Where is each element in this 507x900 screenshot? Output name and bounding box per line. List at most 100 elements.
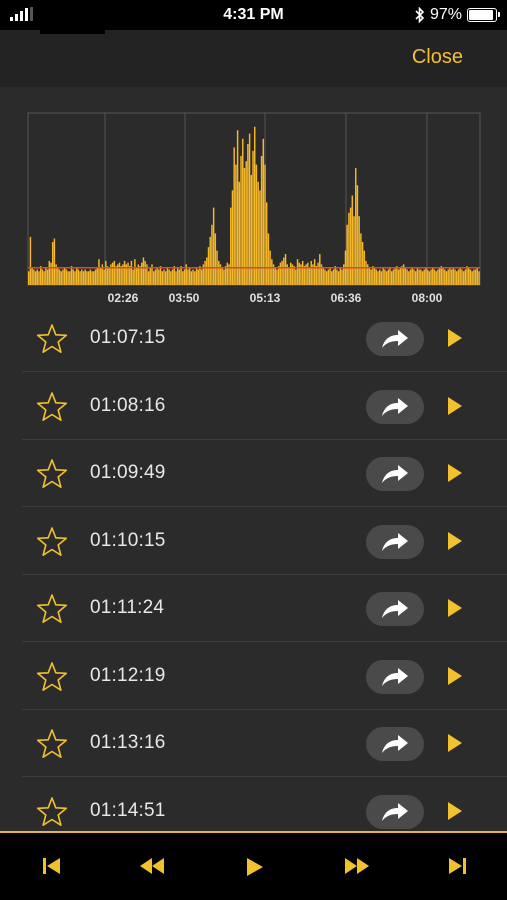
chart-bar	[91, 271, 93, 285]
list-item[interactable]: 01:12:19	[22, 643, 507, 710]
chart-bar	[39, 266, 42, 285]
chart-bar	[447, 269, 449, 285]
chart-bar	[420, 269, 422, 285]
chart-bar	[255, 164, 258, 285]
chart-bar	[41, 269, 44, 285]
chart-bar	[214, 233, 217, 285]
play-icon[interactable]	[447, 463, 463, 483]
chart-bar	[468, 267, 470, 285]
chart-bar	[428, 271, 431, 285]
waveform-chart[interactable]: 02:26 03:50 05:13 06:36 08:00	[0, 87, 507, 315]
play-icon[interactable]	[447, 801, 463, 821]
chart-bar	[233, 147, 235, 285]
star-icon[interactable]	[36, 661, 68, 693]
chart-bar	[99, 267, 102, 285]
share-button[interactable]	[366, 457, 424, 491]
chart-bar	[454, 269, 456, 285]
waveform-chart-svg[interactable]: 02:26 03:50 05:13 06:36 08:00	[0, 87, 507, 315]
share-icon	[382, 600, 408, 618]
chart-bar	[375, 269, 378, 285]
play-icon[interactable]	[246, 857, 264, 877]
play-icon[interactable]	[447, 396, 463, 416]
chart-bar	[397, 269, 400, 285]
chart-bar	[404, 267, 407, 285]
star-icon[interactable]	[36, 526, 68, 558]
chart-bar	[224, 266, 227, 285]
chart-bar	[206, 257, 208, 285]
star-icon[interactable]	[36, 391, 68, 423]
list-item[interactable]: 01:10:15	[22, 508, 507, 575]
chart-tick-label: 08:00	[412, 291, 443, 305]
list-item[interactable]: 01:13:16	[22, 710, 507, 777]
nav-bar: Close	[0, 30, 507, 87]
chart-bar	[139, 266, 141, 285]
chart-bar	[298, 262, 300, 285]
chart-bar	[449, 267, 451, 285]
chart-bar	[252, 150, 254, 285]
share-icon	[382, 802, 408, 821]
share-button[interactable]	[366, 794, 424, 829]
fast-forward-icon[interactable]	[344, 857, 370, 875]
chart-bar	[242, 138, 244, 285]
share-button[interactable]	[366, 389, 424, 424]
star-icon[interactable]	[36, 323, 68, 355]
rewind-icon[interactable]	[139, 857, 165, 875]
chart-bar	[262, 138, 265, 285]
chart-bar	[120, 266, 122, 285]
share-button[interactable]	[366, 659, 424, 694]
close-button[interactable]: Close	[412, 46, 463, 69]
chart-bar	[387, 269, 390, 285]
star-icon[interactable]	[36, 458, 68, 490]
skip-to-end-icon[interactable]	[447, 857, 467, 875]
chart-bar	[478, 271, 480, 285]
share-button[interactable]	[366, 322, 424, 356]
play-icon[interactable]	[447, 531, 463, 551]
play-icon[interactable]	[447, 328, 463, 348]
chart-bar	[218, 260, 220, 285]
list-item[interactable]: 01:11:24	[22, 575, 507, 642]
chart-bar	[74, 271, 76, 285]
star-icon[interactable]	[36, 796, 68, 828]
chart-bar	[147, 271, 150, 285]
chart-bar	[385, 271, 388, 285]
chart-bar	[370, 269, 372, 285]
chart-bar	[365, 260, 367, 285]
chart-bar	[416, 267, 419, 285]
timestamp-label: 01:11:24	[90, 597, 165, 618]
chart-bar	[197, 269, 199, 285]
chart-bar	[456, 271, 458, 285]
play-icon[interactable]	[447, 666, 463, 686]
list-item[interactable]: 01:07:15	[22, 305, 507, 372]
chart-bar	[129, 266, 131, 285]
chart-bar	[235, 164, 237, 285]
chart-bar	[69, 271, 71, 285]
timestamp-label: 01:10:15	[90, 529, 166, 551]
chart-bar	[464, 269, 467, 285]
share-button[interactable]	[366, 524, 424, 559]
timestamp-label: 01:09:49	[90, 462, 166, 483]
list-item[interactable]: 01:09:49	[22, 440, 507, 507]
chart-bar	[28, 271, 30, 285]
share-button[interactable]	[366, 592, 424, 626]
chart-bar	[211, 224, 213, 285]
list-item[interactable]: 01:14:51	[22, 778, 507, 832]
chart-bar	[380, 271, 383, 285]
chart-bar	[171, 269, 174, 285]
chart-bar	[65, 269, 68, 285]
skip-to-start-icon[interactable]	[42, 857, 62, 875]
chart-bar	[180, 266, 182, 285]
share-button[interactable]	[366, 727, 424, 761]
play-icon[interactable]	[447, 598, 463, 618]
star-icon[interactable]	[36, 728, 68, 760]
chart-bar	[384, 269, 386, 285]
share-icon	[382, 465, 408, 483]
chart-bar	[72, 269, 74, 285]
chart-bar	[176, 267, 179, 285]
chart-bar	[34, 271, 37, 285]
chart-bar	[469, 269, 472, 285]
star-icon[interactable]	[36, 593, 68, 625]
chart-bar	[358, 216, 360, 285]
chart-bar	[476, 267, 479, 285]
play-icon[interactable]	[447, 733, 463, 753]
list-item[interactable]: 01:08:16	[22, 373, 507, 440]
